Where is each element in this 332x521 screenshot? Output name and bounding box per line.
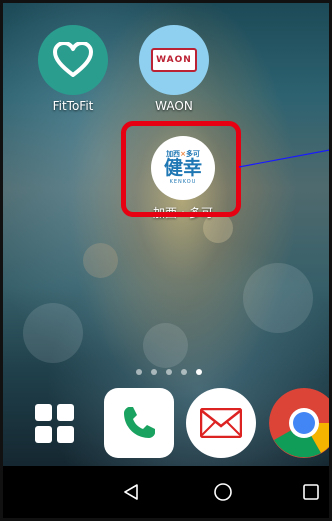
highlight-box (121, 121, 241, 217)
waon-badge: WAON (151, 48, 197, 72)
app-fittofit[interactable]: FitToFit (33, 25, 113, 113)
page-dot (135, 369, 142, 375)
app-drawer-button[interactable] (33, 402, 77, 446)
dock (3, 386, 329, 458)
chrome-app-button[interactable] (269, 388, 329, 458)
page-dot-active (196, 369, 203, 375)
recents-button[interactable] (295, 476, 327, 508)
app-label: FitToFit (52, 99, 94, 113)
wallpaper-bokeh (23, 303, 83, 363)
callout-line (239, 149, 329, 168)
home-icon (214, 483, 232, 501)
phone-app-button[interactable] (104, 388, 174, 458)
waon-logo-text: WAON (156, 55, 192, 65)
app-label: WAON (155, 99, 193, 113)
wallpaper-bokeh (243, 263, 313, 333)
page-dot (181, 369, 188, 375)
phone-icon (124, 407, 155, 438)
app-waon[interactable]: WAON WAON (134, 25, 214, 113)
home-button[interactable] (207, 476, 239, 508)
back-icon (124, 484, 138, 500)
page-dot (166, 369, 172, 375)
heart-icon (38, 25, 108, 95)
page-dot (150, 369, 157, 375)
chrome-icon (269, 388, 329, 458)
home-screen: FitToFit WAON WAON 加西×多可 健幸 KENKOU 加西・多可 (0, 0, 332, 521)
recents-icon (303, 484, 319, 500)
wallpaper-bokeh (83, 243, 118, 278)
page-indicator (3, 360, 329, 379)
back-button[interactable] (115, 476, 147, 508)
grid-icon (35, 404, 74, 443)
mail-app-button[interactable] (186, 388, 256, 458)
navigation-bar (3, 466, 329, 518)
mail-icon (200, 408, 242, 438)
waon-logo-icon: WAON (139, 25, 209, 95)
